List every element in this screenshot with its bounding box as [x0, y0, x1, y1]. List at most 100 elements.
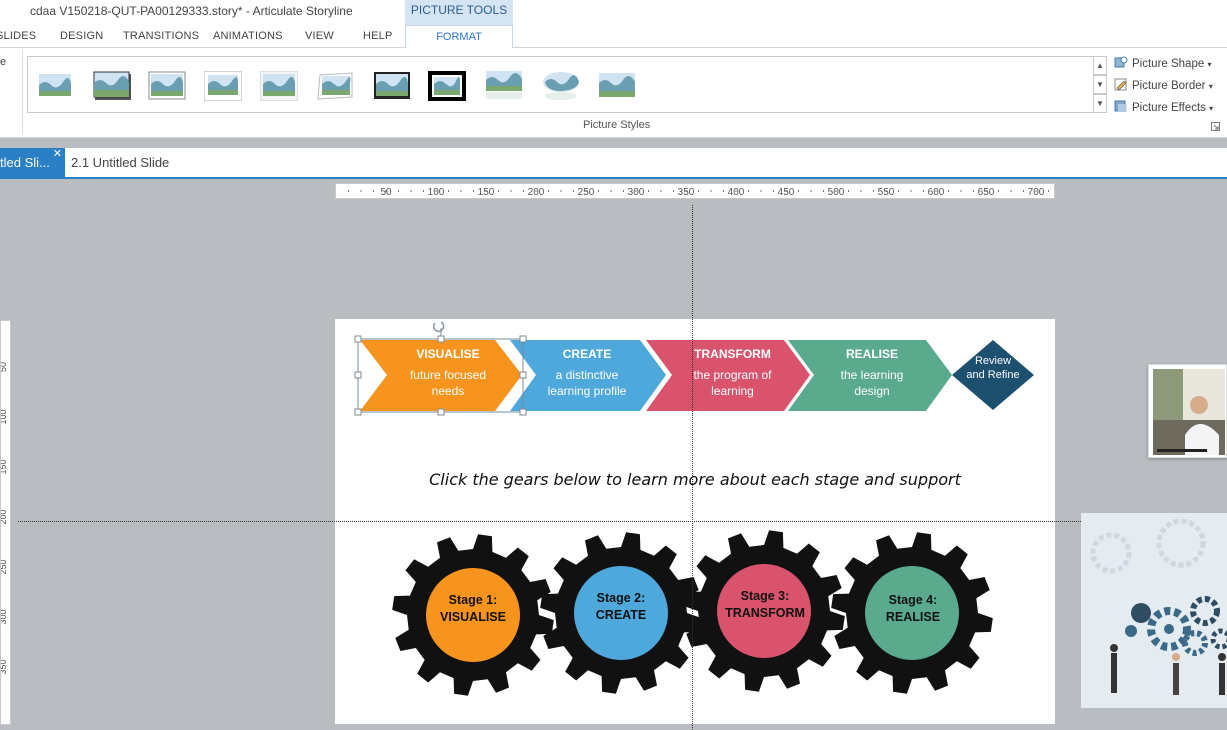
active-slide-tab-label: tled Sli... — [0, 155, 50, 170]
tab-animations[interactable]: ANIMATIONS — [213, 30, 283, 42]
slide-tabs: tled Sli... ✕ 2.1 Untitled Slide — [0, 148, 1227, 179]
ruler-tick-label: 200 — [1, 509, 8, 524]
picture-effects-button[interactable]: Picture Effects ▾ — [1114, 100, 1213, 114]
ruler-tick-label: 650 — [978, 187, 995, 198]
stage-create-title: CREATE — [562, 347, 612, 361]
picture-style-thin-frame[interactable] — [148, 71, 186, 101]
review-refine-label: Review and Refine — [966, 355, 1020, 381]
instruction-text: Click the gears below to learn more abou… — [429, 470, 961, 489]
picture-shape-label: Picture Shape — [1132, 58, 1205, 70]
gear-1-line1: Stage 1: — [448, 593, 498, 607]
vertical-ruler-ticks: 50 100 150 200 250 300 350 — [1, 362, 8, 675]
gear-4-line2: REALISE — [885, 610, 941, 624]
ruler-tick-label: 700 — [1028, 187, 1045, 198]
window-title: cdaa V150218-QUT-PA00129333.story* - Art… — [30, 4, 353, 18]
stage-visualise-title: VISUALISE — [416, 347, 480, 361]
stage-realise-desc: the learning design — [840, 368, 904, 398]
stage-transform-desc: the program of learning — [693, 368, 772, 398]
ribbon-left-cut-label: e — [0, 56, 7, 68]
stage-visualise-text: VISUALISE future focused needs — [393, 347, 503, 399]
ruler-tick-label: 600 — [928, 187, 945, 198]
tab-active-slide[interactable]: tled Sli... ✕ — [0, 148, 65, 177]
picture-tools-header: PICTURE TOOLS — [405, 0, 513, 25]
picture-style-soft-frame[interactable] — [260, 71, 298, 101]
gear-1-label[interactable]: Stage 1: VISUALISE — [428, 592, 518, 626]
pencil-icon — [1114, 78, 1127, 91]
ruler-tick-label: 350 — [678, 187, 695, 198]
gear-3-line1: Stage 3: — [740, 589, 790, 603]
picture-style-soft-edges[interactable] — [598, 71, 636, 101]
ruler-tick-label: 450 — [778, 187, 795, 198]
gear-4-label[interactable]: Stage 4: REALISE — [868, 592, 958, 626]
picture-style-simple-frame[interactable] — [36, 71, 74, 101]
horizontal-ruler-ticks: 50 100 150 200 250 300 350 400 450 500 550 600 650 70… — [348, 187, 1049, 198]
shape-icon — [1114, 56, 1128, 68]
picture-effects-label: Picture Effects — [1132, 102, 1206, 114]
gear-4-line1: Stage 4: — [888, 593, 938, 607]
gallery-scroll-down[interactable]: ▼ — [1093, 75, 1107, 94]
ruler-tick-label: 50 — [1, 362, 8, 372]
stage-transform-text: TRANSFORM the program of learning — [681, 347, 784, 399]
offslide-video-thumbnail[interactable] — [1148, 364, 1227, 458]
tab-slides[interactable]: SLIDES — [0, 30, 36, 42]
vertical-guide[interactable] — [692, 205, 693, 730]
person-photo — [1153, 369, 1225, 455]
ruler-tick-label: 250 — [578, 187, 595, 198]
tab-transitions[interactable]: TRANSITIONS — [123, 30, 199, 42]
stage-create-text: CREATE a distinctive learning profile — [537, 347, 637, 399]
picture-styles-gallery — [27, 56, 1095, 113]
stage-realise-title: REALISE — [845, 347, 898, 361]
picture-style-thick-black[interactable] — [428, 71, 466, 101]
tab-design[interactable]: DESIGN — [60, 30, 103, 42]
ruler-tick-label: 150 — [478, 187, 495, 198]
gallery-scroll-up[interactable]: ▲ — [1093, 56, 1107, 75]
picture-border-label: Picture Border — [1132, 80, 1206, 92]
stage-realise-text: REALISE the learning design — [823, 347, 921, 399]
dialog-launcher-icon[interactable] — [1211, 122, 1220, 131]
close-icon[interactable]: ✕ — [53, 148, 62, 169]
ruler-tick-label: 150 — [1, 459, 8, 474]
tab-view[interactable]: VIEW — [305, 30, 334, 42]
vertical-ruler: 50 100 150 200 250 300 350 — [0, 320, 11, 725]
ruler-tick-label: 100 — [428, 187, 445, 198]
picture-border-button[interactable]: Picture Border ▾ — [1114, 78, 1213, 92]
tab-format[interactable]: FORMAT — [405, 25, 513, 48]
gear-3-line2: TRANSFORM — [725, 606, 805, 620]
gear-3-label[interactable]: Stage 3: TRANSFORM — [715, 588, 815, 622]
stage-transform-title: TRANSFORM — [694, 347, 771, 361]
ruler-tick-label: 350 — [1, 659, 8, 674]
ruler-tick-label: 300 — [628, 187, 645, 198]
gear-1-line2: VISUALISE — [440, 610, 506, 624]
ruler-tick-label: 200 — [528, 187, 545, 198]
gear-2-line2: CREATE — [595, 608, 647, 622]
ruler-tick-label: 400 — [728, 187, 745, 198]
ruler-tick-label: 550 — [878, 187, 895, 198]
effects-icon — [1114, 100, 1127, 112]
gallery-more[interactable]: ▼ — [1093, 94, 1107, 113]
horizontal-ruler: 50 100 150 200 250 300 350 400 450 500 550 600 650 70… — [335, 183, 1055, 199]
picture-style-white-frame[interactable] — [204, 71, 242, 101]
rotate-handle-icon[interactable] — [432, 321, 445, 333]
gear-2-line1: Stage 2: — [596, 591, 646, 605]
picture-style-rotated[interactable] — [316, 71, 354, 101]
stage-create-desc: a distinctive learning profile — [547, 368, 627, 398]
picture-style-oval-reflection[interactable] — [542, 71, 580, 101]
ribbon-tab-bar: SLIDES DESIGN TRANSITIONS ANIMATIONS VIE… — [0, 25, 1227, 48]
title-bar: cdaa V150218-QUT-PA00129333.story* - Art… — [0, 0, 1227, 25]
ruler-tick-label: 250 — [1, 559, 8, 574]
gears-people-illustration — [1081, 513, 1227, 708]
picture-style-reflection[interactable] — [485, 71, 523, 101]
picture-style-black-thin[interactable] — [373, 71, 411, 101]
gear-2-label[interactable]: Stage 2: CREATE — [576, 590, 666, 624]
ruler-tick-label: 100 — [1, 409, 8, 424]
stage-visualise-desc: future focused needs — [409, 368, 487, 398]
ribbon: e ▲ ▼ ▼ Picture Styles Picture Shape ▾ P… — [0, 48, 1227, 138]
picture-style-shadow-rect[interactable] — [93, 71, 131, 101]
tab-slide-2-1[interactable]: 2.1 Untitled Slide — [71, 155, 169, 170]
horizontal-guide[interactable] — [18, 521, 1227, 522]
ruler-tick-label: 300 — [1, 609, 8, 624]
offslide-gears-people-image[interactable] — [1081, 513, 1227, 708]
picture-shape-button[interactable]: Picture Shape ▾ — [1114, 56, 1211, 70]
picture-styles-group-label: Picture Styles — [583, 119, 651, 131]
tab-help[interactable]: HELP — [363, 30, 393, 42]
